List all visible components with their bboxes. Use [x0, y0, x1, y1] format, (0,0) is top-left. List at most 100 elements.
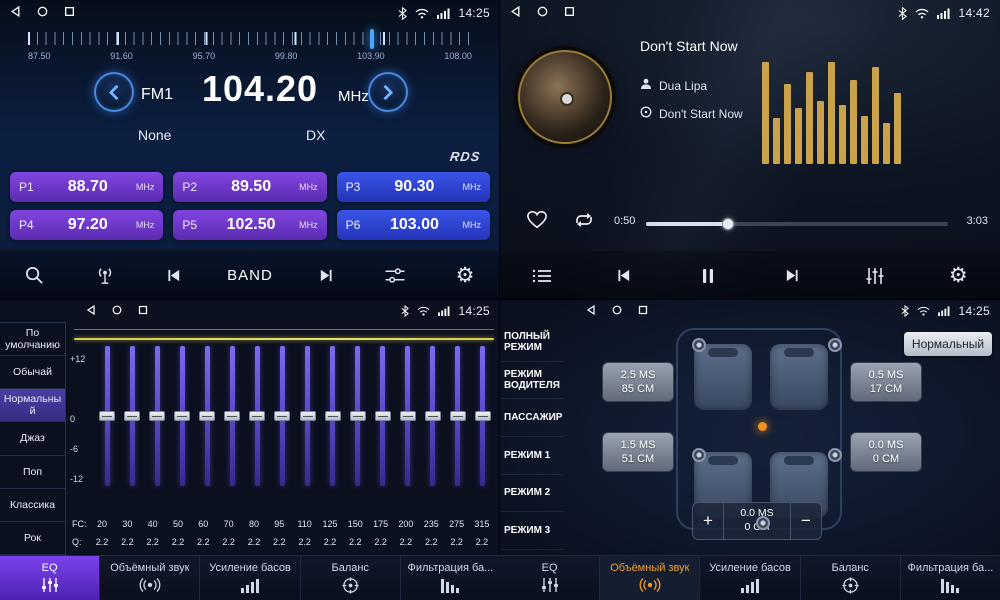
progress-knob[interactable]: [722, 218, 734, 230]
next-track-button[interactable]: [775, 268, 809, 283]
slider-handle[interactable]: [224, 411, 240, 421]
tab-eq[interactable]: EQ: [0, 556, 100, 600]
eq-preset-item-2[interactable]: Обычай: [0, 356, 65, 389]
tab-eq[interactable]: EQ: [500, 556, 600, 600]
nav-back-icon[interactable]: [510, 6, 521, 20]
settings-gear-icon[interactable]: ⚙: [448, 265, 482, 286]
slider-handle[interactable]: [450, 411, 466, 421]
slider-handle[interactable]: [249, 411, 265, 421]
band-button[interactable]: BAND: [227, 267, 273, 284]
next-station-button[interactable]: [309, 268, 343, 283]
eq-preset-item-6[interactable]: Классика: [0, 489, 65, 522]
progress-bar[interactable]: [646, 222, 948, 226]
eq-preset-item-1[interactable]: По умолчанию: [0, 323, 65, 356]
slider-handle[interactable]: [325, 411, 341, 421]
sound-preset-button[interactable]: Нормальный: [904, 332, 992, 356]
tab-bass-boost[interactable]: Усиление басов: [200, 556, 300, 600]
mode-item-1[interactable]: ПОЛНЫЙ РЕЖИМ: [500, 324, 564, 362]
nav-recents-icon[interactable]: [564, 6, 575, 20]
nav-home-icon[interactable]: [37, 6, 48, 20]
slider-handle[interactable]: [124, 411, 140, 421]
eq-band-slider-235hz[interactable]: [424, 346, 442, 486]
pause-button[interactable]: [691, 268, 725, 284]
slider-handle[interactable]: [400, 411, 416, 421]
eq-band-slider-150hz[interactable]: [349, 346, 367, 486]
radio-preset-button-p1[interactable]: P188.70MHz: [10, 172, 163, 202]
eq-preset-item-5[interactable]: Поп: [0, 456, 65, 489]
favorite-heart-icon[interactable]: [526, 210, 548, 235]
mode-item-3[interactable]: ПАССАЖИР: [500, 399, 564, 437]
eq-preset-item-7[interactable]: Рок: [0, 522, 65, 555]
tab-filter[interactable]: Фильтрация ба...: [901, 556, 1000, 600]
nav-recents-icon[interactable]: [638, 305, 648, 318]
eq-band-slider-275hz[interactable]: [449, 346, 467, 486]
decrease-delay-button[interactable]: −: [791, 503, 821, 539]
nav-back-icon[interactable]: [586, 305, 596, 318]
slider-handle[interactable]: [425, 411, 441, 421]
sliders-icon[interactable]: [378, 267, 412, 284]
nav-back-icon[interactable]: [86, 305, 96, 318]
radio-preset-button-p6[interactable]: P6103.00MHz: [337, 210, 490, 240]
previous-station-button[interactable]: [157, 268, 191, 283]
equalizer-icon[interactable]: [858, 267, 892, 285]
tab-surround-sound[interactable]: Объёмный звук: [600, 556, 700, 600]
eq-band-slider-60hz[interactable]: [198, 346, 216, 486]
radio-preset-button-p5[interactable]: P5102.50MHz: [173, 210, 326, 240]
mode-item-5[interactable]: РЕЖИМ 2: [500, 475, 564, 513]
slider-handle[interactable]: [199, 411, 215, 421]
eq-preset-item-3[interactable]: Нормальный: [0, 389, 65, 422]
repeat-icon[interactable]: [572, 211, 596, 234]
search-stations-button[interactable]: [18, 265, 52, 286]
mode-item-4[interactable]: РЕЖИМ 1: [500, 437, 564, 475]
eq-band-slider-20hz[interactable]: [98, 346, 116, 486]
listening-position-dot[interactable]: [758, 422, 767, 431]
nav-recents-icon[interactable]: [138, 305, 148, 318]
nav-home-icon[interactable]: [112, 305, 122, 318]
frequency-ruler[interactable]: 87.5091.6095.7099.80103.90108.00: [28, 32, 472, 68]
eq-band-slider-80hz[interactable]: [248, 346, 266, 486]
eq-band-slider-125hz[interactable]: [324, 346, 342, 486]
slider-handle[interactable]: [149, 411, 165, 421]
broadcast-icon[interactable]: [88, 265, 122, 286]
radio-preset-button-p2[interactable]: P289.50MHz: [173, 172, 326, 202]
eq-band-slider-40hz[interactable]: [148, 346, 166, 486]
tab-bass-boost[interactable]: Усиление басов: [700, 556, 800, 600]
eq-band-slider-50hz[interactable]: [173, 346, 191, 486]
eq-band-slider-175hz[interactable]: [374, 346, 392, 486]
delay-rear-right-button[interactable]: 0.0 MS 0 CM: [850, 432, 922, 472]
delay-front-left-button[interactable]: 2.5 MS 85 CM: [602, 362, 674, 402]
slider-handle[interactable]: [300, 411, 316, 421]
eq-band-slider-315hz[interactable]: [474, 346, 492, 486]
seek-down-button[interactable]: [94, 72, 134, 112]
eq-band-slider-95hz[interactable]: [273, 346, 291, 486]
radio-preset-button-p4[interactable]: P497.20MHz: [10, 210, 163, 240]
slider-handle[interactable]: [350, 411, 366, 421]
tab-filter[interactable]: Фильтрация ба...: [401, 556, 500, 600]
slider-handle[interactable]: [475, 411, 491, 421]
nav-recents-icon[interactable]: [64, 6, 75, 20]
playlist-icon[interactable]: [525, 268, 559, 284]
radio-preset-button-p3[interactable]: P390.30MHz: [337, 172, 490, 202]
mode-item-2[interactable]: РЕЖИМ ВОДИТЕЛЯ: [500, 362, 564, 400]
eq-band-slider-200hz[interactable]: [399, 346, 417, 486]
nav-back-icon[interactable]: [10, 6, 21, 20]
nav-home-icon[interactable]: [537, 6, 548, 20]
increase-delay-button[interactable]: +: [693, 503, 723, 539]
tab-balance[interactable]: Баланс: [301, 556, 401, 600]
slider-handle[interactable]: [174, 411, 190, 421]
tab-balance[interactable]: Баланс: [801, 556, 901, 600]
nav-home-icon[interactable]: [612, 305, 622, 318]
slider-handle[interactable]: [274, 411, 290, 421]
slider-handle[interactable]: [99, 411, 115, 421]
delay-front-right-button[interactable]: 0.5 MS 17 CM: [850, 362, 922, 402]
mode-item-6[interactable]: РЕЖИМ 3: [500, 512, 564, 550]
eq-band-slider-70hz[interactable]: [223, 346, 241, 486]
slider-handle[interactable]: [375, 411, 391, 421]
previous-track-button[interactable]: [608, 268, 642, 283]
eq-band-slider-30hz[interactable]: [123, 346, 141, 486]
seek-up-button[interactable]: [368, 72, 408, 112]
tab-surround-sound[interactable]: Объёмный звук: [100, 556, 200, 600]
eq-preset-item-4[interactable]: Джаз: [0, 422, 65, 455]
eq-band-slider-110hz[interactable]: [299, 346, 317, 486]
delay-rear-left-button[interactable]: 1.5 MS 51 CM: [602, 432, 674, 472]
